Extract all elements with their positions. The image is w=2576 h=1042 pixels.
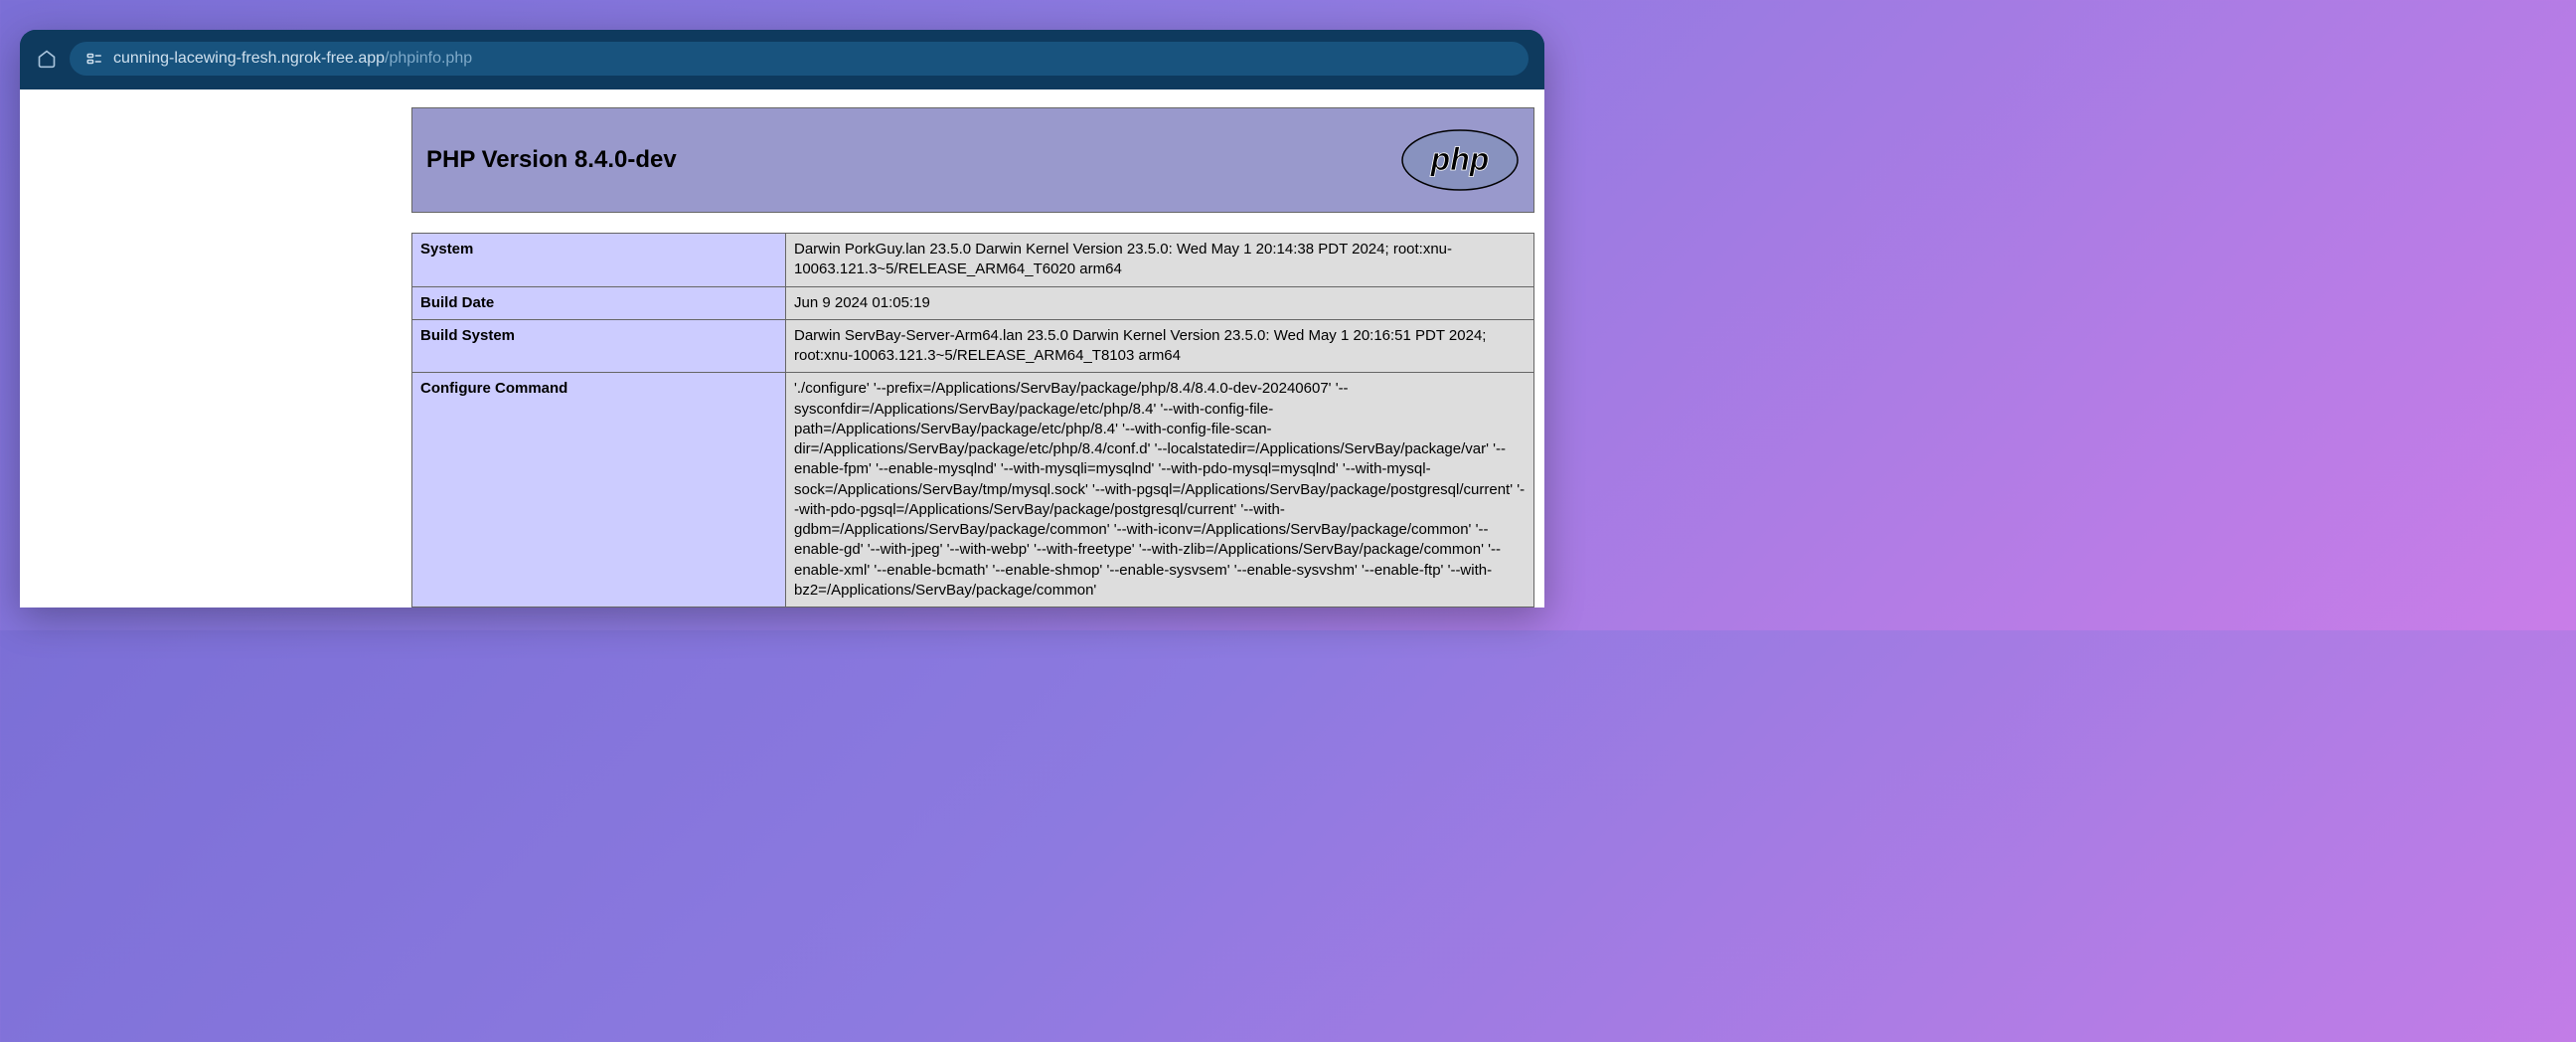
php-logo-icon: php (1400, 128, 1520, 192)
row-value: Darwin ServBay-Server-Arm64.lan 23.5.0 D… (786, 319, 1534, 373)
phpinfo-table: System Darwin PorkGuy.lan 23.5.0 Darwin … (411, 233, 1534, 608)
table-row: System Darwin PorkGuy.lan 23.5.0 Darwin … (412, 234, 1534, 287)
page-content: PHP Version 8.4.0-dev php System Darwin … (20, 89, 1544, 608)
browser-window: cunning-lacewing-fresh.ngrok-free.app/ph… (20, 30, 1544, 608)
row-value: Darwin PorkGuy.lan 23.5.0 Darwin Kernel … (786, 234, 1534, 287)
address-bar[interactable]: cunning-lacewing-fresh.ngrok-free.app/ph… (70, 42, 1529, 76)
site-info-icon[interactable] (85, 50, 103, 68)
row-value: './configure' '--prefix=/Applications/Se… (786, 373, 1534, 608)
table-row: Build System Darwin ServBay-Server-Arm64… (412, 319, 1534, 373)
table-row: Configure Command './configure' '--prefi… (412, 373, 1534, 608)
row-label: System (412, 234, 786, 287)
phpinfo-header: PHP Version 8.4.0-dev php (411, 107, 1534, 213)
row-label: Build Date (412, 286, 786, 319)
url-path: /phpinfo.php (385, 50, 472, 67)
row-label: Build System (412, 319, 786, 373)
row-value: Jun 9 2024 01:05:19 (786, 286, 1534, 319)
phpinfo-container: PHP Version 8.4.0-dev php System Darwin … (411, 107, 1534, 608)
browser-chrome: cunning-lacewing-fresh.ngrok-free.app/ph… (20, 30, 1544, 89)
url-text: cunning-lacewing-fresh.ngrok-free.app/ph… (113, 50, 472, 68)
row-label: Configure Command (412, 373, 786, 608)
phpinfo-title: PHP Version 8.4.0-dev (426, 146, 677, 174)
url-domain: cunning-lacewing-fresh.ngrok-free.app (113, 50, 385, 67)
home-icon[interactable] (36, 48, 58, 70)
table-row: Build Date Jun 9 2024 01:05:19 (412, 286, 1534, 319)
svg-text:php: php (1430, 141, 1490, 177)
